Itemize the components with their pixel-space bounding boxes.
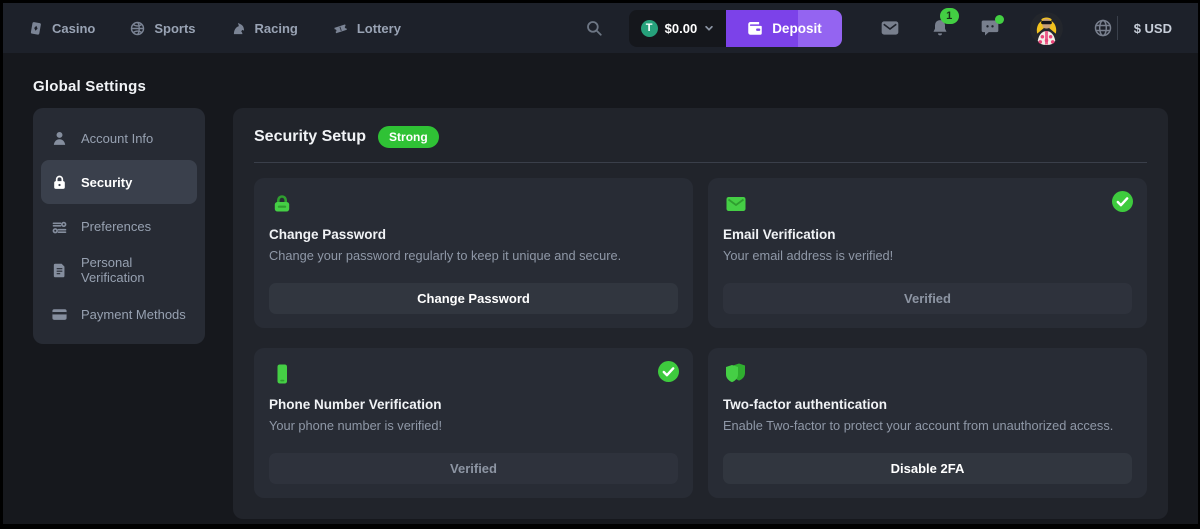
nav-item-sports[interactable]: Sports (129, 20, 195, 37)
sidebar-item-payment-methods[interactable]: Payment Methods (41, 292, 197, 336)
person-icon (51, 130, 68, 147)
card-phone-verification: Phone Number Verification Your phone num… (254, 348, 693, 498)
sports-icon (129, 20, 146, 37)
deposit-button[interactable]: Deposit (726, 10, 842, 47)
mail-icon[interactable] (880, 18, 900, 38)
sidebar-item-personal-verification[interactable]: Personal Verification (41, 248, 197, 292)
nav-item-lottery[interactable]: Lottery (332, 20, 401, 37)
sidebar-item-label: Security (81, 175, 132, 190)
panel-title: Security Setup (254, 128, 366, 146)
card-title: Change Password (269, 227, 678, 242)
online-status-dot (995, 15, 1004, 24)
nav-label: Racing (255, 21, 298, 36)
sidebar-item-label: Personal Verification (81, 255, 187, 285)
search-icon[interactable] (585, 19, 603, 37)
tether-coin-icon: T (641, 20, 658, 37)
settings-page: Global Settings Account Info Security (3, 53, 1198, 519)
casino-icon (27, 20, 44, 37)
sidebar-item-preferences[interactable]: Preferences (41, 204, 197, 248)
sidebar-item-label: Payment Methods (81, 307, 186, 322)
lock-icon (51, 174, 68, 191)
nav-label: Lottery (357, 21, 401, 36)
disable-2fa-button[interactable]: Disable 2FA (723, 453, 1132, 484)
envelope-icon (723, 192, 749, 216)
user-avatar[interactable] (1030, 12, 1063, 45)
settings-sidebar: Account Info Security Preferences (33, 108, 205, 344)
change-password-button[interactable]: Change Password (269, 283, 678, 314)
balance-amount: $0.00 (665, 21, 698, 36)
sidebar-item-account-info[interactable]: Account Info (41, 116, 197, 160)
credit-card-icon (51, 306, 68, 323)
currency-selector[interactable]: $ USD (1134, 21, 1172, 36)
sidebar-item-security[interactable]: Security (41, 160, 197, 204)
security-cards-grid: Change Password Change your password reg… (254, 178, 1147, 498)
nav-item-casino[interactable]: Casino (27, 20, 95, 37)
deposit-label: Deposit (772, 21, 822, 36)
card-description: Your phone number is verified! (269, 418, 678, 433)
card-description: Your email address is verified! (723, 248, 1132, 263)
wallet-group: T $0.00 Deposit (629, 10, 842, 47)
chat-icon[interactable] (980, 18, 1000, 38)
wallet-icon (746, 19, 764, 37)
card-title: Two-factor authentication (723, 397, 1132, 412)
card-two-factor: Two-factor authentication Enable Two-fac… (708, 348, 1147, 498)
sliders-icon (51, 218, 68, 235)
currency-label: $ USD (1134, 21, 1172, 36)
page-title: Global Settings (33, 78, 1168, 95)
verified-check-icon (1112, 191, 1133, 212)
app-window: Casino Sports Racing Lottery (3, 3, 1198, 524)
card-change-password: Change Password Change your password reg… (254, 178, 693, 328)
card-email-verification: Email Verification Your email address is… (708, 178, 1147, 328)
chevron-down-icon (704, 23, 714, 33)
security-strength-badge: Strong (378, 126, 439, 148)
phone-verified-button[interactable]: Verified (269, 453, 678, 484)
nav-label: Casino (52, 21, 95, 36)
card-title: Phone Number Verification (269, 397, 678, 412)
double-shield-icon (723, 362, 749, 386)
divider (254, 162, 1147, 163)
sidebar-item-label: Preferences (81, 219, 151, 234)
document-icon (51, 262, 68, 279)
verified-check-icon (658, 361, 679, 382)
notifications-bell-icon[interactable]: 1 (930, 18, 950, 38)
language-globe-icon[interactable] (1093, 18, 1113, 38)
lottery-icon (332, 20, 349, 37)
nav-item-racing[interactable]: Racing (230, 20, 298, 37)
racing-icon (230, 20, 247, 37)
card-description: Change your password regularly to keep i… (269, 248, 678, 263)
top-navbar: Casino Sports Racing Lottery (3, 3, 1198, 53)
nav-label: Sports (154, 21, 195, 36)
card-description: Enable Two-factor to protect your accoun… (723, 418, 1132, 433)
security-setup-panel: Security Setup Strong Change Password Ch… (233, 108, 1168, 519)
sidebar-item-label: Account Info (81, 131, 153, 146)
email-verified-button[interactable]: Verified (723, 283, 1132, 314)
phone-icon (269, 362, 295, 386)
padlock-icon (269, 192, 295, 216)
balance-dropdown[interactable]: T $0.00 (629, 10, 727, 47)
divider (1117, 16, 1118, 40)
card-title: Email Verification (723, 227, 1132, 242)
primary-nav: Casino Sports Racing Lottery (27, 20, 401, 37)
navbar-right: T $0.00 Deposit 1 (585, 10, 1172, 47)
notification-count-badge: 1 (940, 8, 959, 24)
